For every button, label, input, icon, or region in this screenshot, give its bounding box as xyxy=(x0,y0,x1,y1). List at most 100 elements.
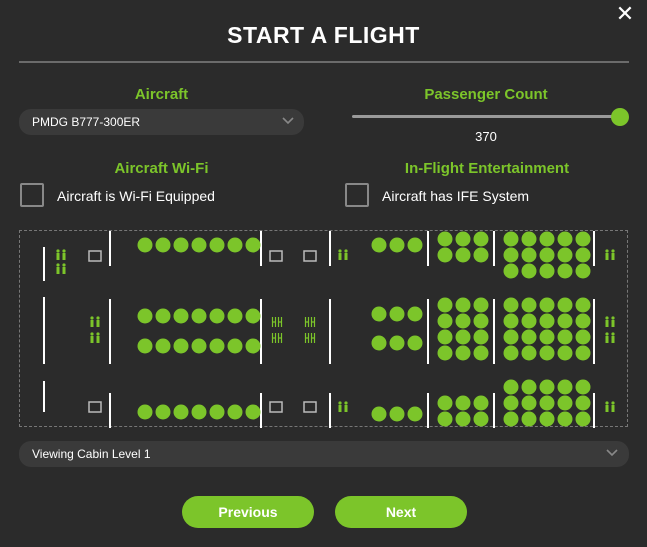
seat-icon xyxy=(455,313,471,329)
seat-icon xyxy=(437,411,453,427)
seat-icon xyxy=(521,263,537,279)
seat-icon xyxy=(209,308,225,324)
seat-icon xyxy=(575,329,591,345)
ife-label: In-Flight Entertainment xyxy=(404,160,570,177)
seat-icon xyxy=(503,329,519,345)
wifi-checkbox[interactable] xyxy=(20,183,44,207)
seat-icon xyxy=(557,395,573,411)
seat-icon xyxy=(389,335,405,351)
seat-icon xyxy=(473,313,489,329)
seat-icon xyxy=(455,297,471,313)
seat-icon xyxy=(437,345,453,361)
lavatory-icon xyxy=(338,249,348,260)
seat-icon xyxy=(371,237,387,253)
wifi-label: Aircraft Wi-Fi xyxy=(114,160,209,177)
lavatory-icon xyxy=(605,249,615,260)
seat-icon xyxy=(173,308,189,324)
lavatory-icon xyxy=(605,332,615,343)
seat-icon xyxy=(389,406,405,422)
seat-icon xyxy=(539,231,555,247)
crew-seat-icon xyxy=(304,333,316,343)
page-title: START A FLIGHT xyxy=(227,22,420,48)
lavatory-icon xyxy=(56,263,66,274)
aircraft-select[interactable]: PMDG B777-300ER xyxy=(19,109,304,135)
seat-icon xyxy=(539,379,555,395)
seat-icon xyxy=(191,338,207,354)
lavatory-icon xyxy=(605,316,615,327)
seat-icon xyxy=(437,329,453,345)
ife-checkbox-label[interactable]: Aircraft has IFE System xyxy=(382,188,529,204)
seat-icon xyxy=(473,411,489,427)
lavatory-icon xyxy=(90,316,100,327)
seat-icon xyxy=(521,247,537,263)
seat-icon xyxy=(227,404,243,420)
seat-icon xyxy=(539,395,555,411)
seat-icon xyxy=(503,395,519,411)
seat-icon xyxy=(503,263,519,279)
seat-icon xyxy=(503,297,519,313)
chevron-down-icon xyxy=(606,449,618,457)
seat-icon xyxy=(155,237,171,253)
passenger-count-label: Passenger Count xyxy=(424,86,548,103)
galley-icon xyxy=(303,401,317,413)
aircraft-select-value: PMDG B777-300ER xyxy=(32,115,141,129)
seat-icon xyxy=(389,237,405,253)
seat-icon xyxy=(539,345,555,361)
seat-icon xyxy=(473,231,489,247)
seat-icon xyxy=(437,313,453,329)
seat-icon xyxy=(473,329,489,345)
seat-icon xyxy=(173,237,189,253)
seat-icon xyxy=(473,297,489,313)
passenger-slider-track[interactable] xyxy=(352,115,620,118)
seat-icon xyxy=(521,329,537,345)
crew-seat-icon xyxy=(304,317,316,327)
seat-icon xyxy=(191,308,207,324)
seat-icon xyxy=(455,411,471,427)
passenger-slider-thumb[interactable] xyxy=(611,108,629,126)
aircraft-label: Aircraft xyxy=(134,86,189,103)
previous-button[interactable]: Previous xyxy=(182,496,314,528)
seat-icon xyxy=(137,237,153,253)
seat-icon xyxy=(503,345,519,361)
seat-icon xyxy=(245,404,261,420)
seat-icon xyxy=(575,379,591,395)
wifi-checkbox-label[interactable]: Aircraft is Wi-Fi Equipped xyxy=(57,188,215,204)
seat-icon xyxy=(575,297,591,313)
seat-icon xyxy=(557,379,573,395)
seat-icon xyxy=(557,345,573,361)
passenger-count-value: 370 xyxy=(475,129,497,144)
seat-icon xyxy=(245,308,261,324)
seat-icon xyxy=(227,237,243,253)
seat-icon xyxy=(575,263,591,279)
galley-icon xyxy=(269,250,283,262)
cabin-level-select[interactable]: Viewing Cabin Level 1 xyxy=(19,441,629,467)
seat-icon xyxy=(503,313,519,329)
seat-icon xyxy=(455,247,471,263)
seat-icon xyxy=(539,297,555,313)
seat-icon xyxy=(557,411,573,427)
ife-checkbox[interactable] xyxy=(345,183,369,207)
seat-icon xyxy=(155,308,171,324)
seat-icon xyxy=(521,395,537,411)
seat-icon xyxy=(455,345,471,361)
seat-icon xyxy=(437,247,453,263)
seat-icon xyxy=(137,338,153,354)
seat-icon xyxy=(137,404,153,420)
seat-icon xyxy=(473,345,489,361)
seat-icon xyxy=(539,313,555,329)
seat-icon xyxy=(137,308,153,324)
seat-icon xyxy=(521,379,537,395)
seat-icon xyxy=(557,231,573,247)
seat-icon xyxy=(455,231,471,247)
seat-icon xyxy=(407,306,423,322)
seat-icon xyxy=(191,237,207,253)
seat-icon xyxy=(407,237,423,253)
next-button[interactable]: Next xyxy=(335,496,467,528)
seat-icon xyxy=(503,231,519,247)
seat-icon xyxy=(389,306,405,322)
seat-icon xyxy=(245,237,261,253)
seat-icon xyxy=(557,297,573,313)
seat-icon xyxy=(173,404,189,420)
seat-icon xyxy=(575,345,591,361)
seat-icon xyxy=(209,404,225,420)
